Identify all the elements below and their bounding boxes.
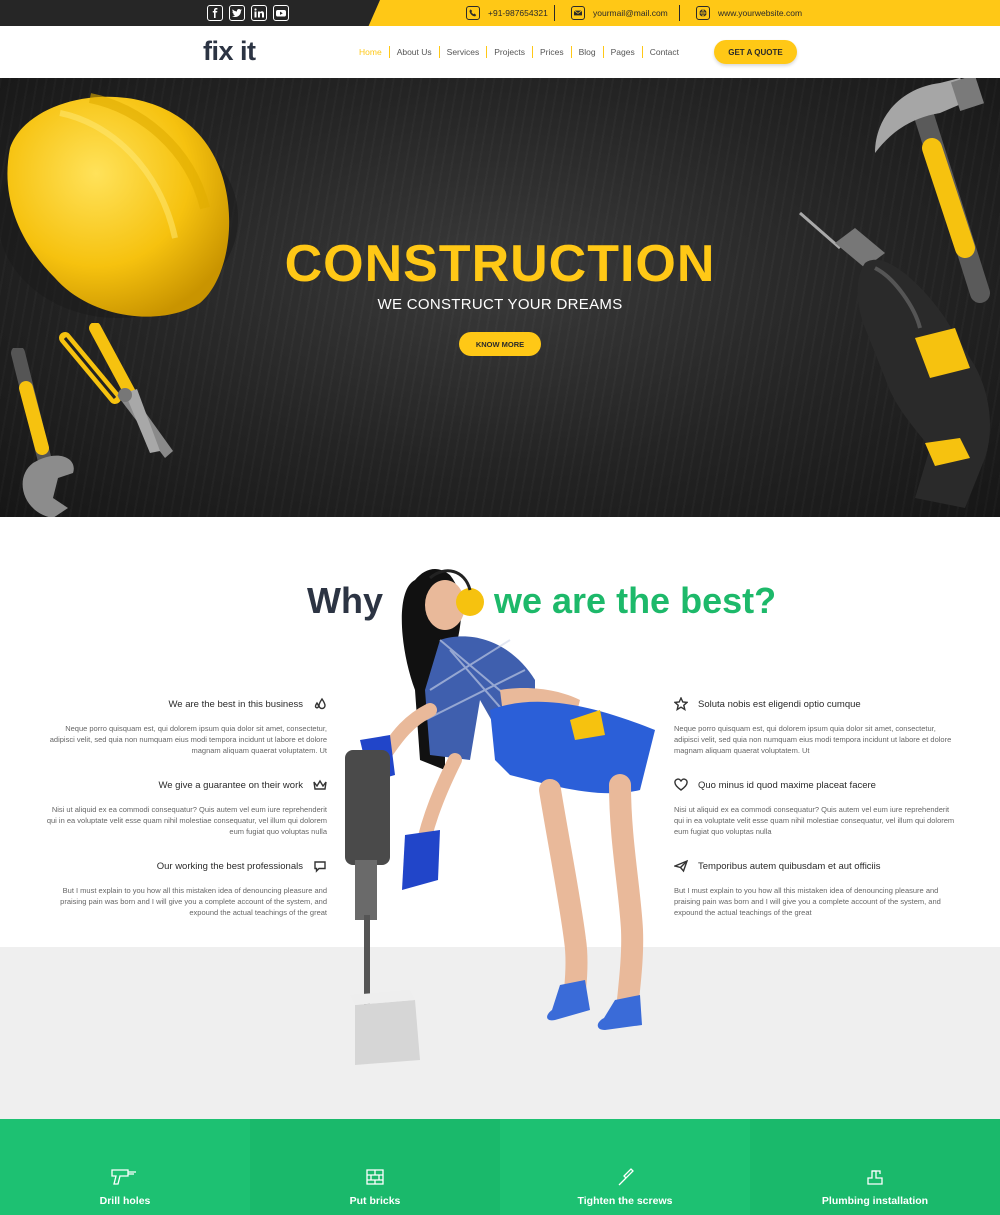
services-strip: Drill holes Put bricks Tighten the screw… xyxy=(0,1119,1000,1215)
logo[interactable]: fix it xyxy=(203,36,256,67)
hero-subtitle: WE CONSTRUCT YOUR DREAMS xyxy=(377,296,623,313)
logo-accent: it xyxy=(240,36,256,66)
feature-text: Nisi ut aliquid ex ea commodi consequatu… xyxy=(674,805,955,836)
hero-title: CONSTRUCTION xyxy=(284,235,716,293)
phone-icon xyxy=(466,6,480,20)
know-more-button[interactable]: KNOW MORE xyxy=(459,332,541,356)
wrench-image xyxy=(11,348,74,517)
service-drill-holes[interactable]: Drill holes xyxy=(0,1119,250,1215)
service-plumbing-installation[interactable]: Plumbing installation xyxy=(750,1119,1000,1215)
feature-text: But I must explain to you how all this m… xyxy=(60,886,327,917)
website-text: www.yourwebsite.com xyxy=(718,8,803,18)
feature-title: Quo minus id quod maxime placeat facere xyxy=(698,779,876,791)
main-nav: Home About Us Services Projects Prices B… xyxy=(352,46,686,58)
feature-right-1: Soluta nobis est eligendi optio cumque N… xyxy=(673,696,959,756)
feature-title: Soluta nobis est eligendi optio cumque xyxy=(698,698,861,710)
worker-figure-image xyxy=(345,568,655,1065)
feature-title: We are the best in this business xyxy=(168,698,303,710)
nav-projects[interactable]: Projects xyxy=(487,46,533,58)
mail-icon xyxy=(571,6,585,20)
facebook-icon[interactable] xyxy=(207,5,223,21)
service-label: Put bricks xyxy=(349,1195,401,1207)
get-quote-button[interactable]: GET A QUOTE xyxy=(714,40,797,64)
nav-blog[interactable]: Blog xyxy=(572,46,604,58)
page: +91-987654321 yourmail@mail.com www.your… xyxy=(0,0,1000,1215)
nav-services[interactable]: Services xyxy=(440,46,488,58)
website-contact[interactable]: www.yourwebsite.com xyxy=(696,5,802,21)
nav-pages[interactable]: Pages xyxy=(604,46,643,58)
phone-contact[interactable]: +91-987654321 xyxy=(466,5,548,21)
feature-left-3: Our working the best professionals But I… xyxy=(42,858,327,918)
service-label: Plumbing installation xyxy=(821,1195,929,1207)
top-bar-dark-segment xyxy=(0,0,380,26)
email-text: yourmail@mail.com xyxy=(593,8,668,18)
twitter-icon[interactable] xyxy=(229,5,245,21)
linkedin-icon[interactable] xyxy=(251,5,267,21)
hero-banner: CONSTRUCTION WE CONSTRUCT YOUR DREAMS KN… xyxy=(0,78,1000,517)
screwdriver-icon xyxy=(610,1167,640,1187)
heart-icon xyxy=(674,778,688,792)
bricks-icon xyxy=(360,1167,390,1187)
feature-title: Temporibus autem quibusdam et aut offici… xyxy=(698,860,881,872)
nav-about-us[interactable]: About Us xyxy=(390,46,440,58)
email-contact[interactable]: yourmail@mail.com xyxy=(571,5,668,21)
feature-title: Our working the best professionals xyxy=(156,860,303,872)
globe-icon xyxy=(696,6,710,20)
feature-text: Neque porro quisquam est, qui dolorem ip… xyxy=(49,724,327,755)
feature-right-2: Quo minus id quod maxime placeat facere … xyxy=(674,777,959,837)
feature-right-3: Temporibus autem quibusdam et aut offici… xyxy=(672,858,959,918)
topbar-separator xyxy=(679,5,680,21)
service-label: Tighten the screws xyxy=(577,1195,673,1207)
social-links xyxy=(207,5,289,21)
service-put-bricks[interactable]: Put bricks xyxy=(250,1119,500,1215)
star-icon xyxy=(673,696,689,711)
feature-text: Nisi ut aliquid ex ea commodi consequatu… xyxy=(46,805,327,836)
feature-left-2: We give a guarantee on their work Nisi u… xyxy=(42,777,327,837)
faucet-icon xyxy=(860,1167,890,1187)
phone-text: +91-987654321 xyxy=(488,8,548,18)
topbar-separator xyxy=(554,5,555,21)
logo-main: fix xyxy=(203,36,241,66)
nav-contact[interactable]: Contact xyxy=(643,46,686,58)
top-bar: +91-987654321 yourmail@mail.com www.your… xyxy=(0,0,1000,26)
youtube-icon[interactable] xyxy=(273,5,289,21)
nav-prices[interactable]: Prices xyxy=(533,46,572,58)
service-tighten-screws[interactable]: Tighten the screws xyxy=(500,1119,750,1215)
paper-plane-icon xyxy=(672,859,689,873)
feature-title: We give a guarantee on their work xyxy=(158,779,303,791)
service-label: Drill holes xyxy=(99,1195,151,1207)
feature-left-1: We are the best in this business Neque p… xyxy=(42,696,327,756)
feature-text: Neque porro quisquam est, qui dolorem ip… xyxy=(674,724,952,755)
nav-home[interactable]: Home xyxy=(352,46,390,58)
drill-icon xyxy=(110,1167,140,1187)
navbar: fix it Home About Us Services Projects P… xyxy=(0,26,1000,78)
feature-text: But I must explain to you how all this m… xyxy=(674,886,941,917)
